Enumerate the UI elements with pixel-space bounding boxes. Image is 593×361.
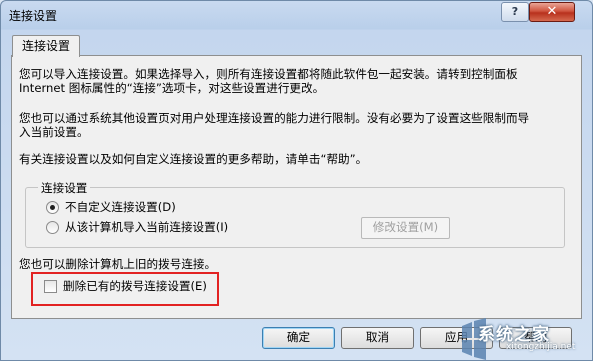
radio-no-custom[interactable]: 不自定义连接设置(D) (46, 199, 176, 215)
modify-settings-button[interactable]: 修改设置(M) (361, 217, 450, 239)
delete-dialup-text: 您也可以删除计算机上旧的拨号连接。 (19, 257, 217, 271)
title-bar[interactable]: 连接设置 ? ✕ (1, 1, 592, 30)
radio-button-selected[interactable] (46, 200, 59, 214)
highlight-annotation-box (31, 272, 219, 306)
restriction-text-line2: 入当前设置。 (19, 125, 89, 139)
connection-settings-group (25, 187, 565, 248)
ok-button[interactable]: 确定 (262, 327, 335, 349)
intro-text-line1: 您可以导入连接设置。如果选择导入，则所有连接设置都将随此软件包一起安装。请转到控… (19, 67, 518, 81)
watermark-url: xitongzhijia.net (506, 342, 576, 352)
close-button[interactable]: ✕ (529, 2, 575, 22)
title-help-button[interactable]: ? (501, 2, 529, 22)
cancel-button[interactable]: 取消 (341, 327, 414, 349)
radio-import-current[interactable]: 从该计算机导入当前连接设置(I) (46, 219, 228, 235)
group-legend: 连接设置 (38, 180, 91, 196)
restriction-text-line1: 您也可以通过系统其他设置页对用户处理连接设置的能力进行限制。没有必要为了设置这些… (19, 111, 530, 125)
tab-connection-settings[interactable]: 连接设置 (12, 35, 80, 57)
radio-import-current-label: 从该计算机导入当前连接设置(I) (65, 220, 229, 234)
radio-no-custom-label: 不自定义连接设置(D) (65, 200, 176, 214)
window-title: 连接设置 (9, 9, 58, 23)
radio-button[interactable] (46, 220, 59, 234)
intro-text-line2: Internet 图标属性的“连接”选项卡，对这些设置进行更改。 (19, 81, 325, 95)
help-hint-text: 有关连接设置以及如何自定义连接设置的更多帮助，请单击“帮助”。 (19, 152, 368, 166)
